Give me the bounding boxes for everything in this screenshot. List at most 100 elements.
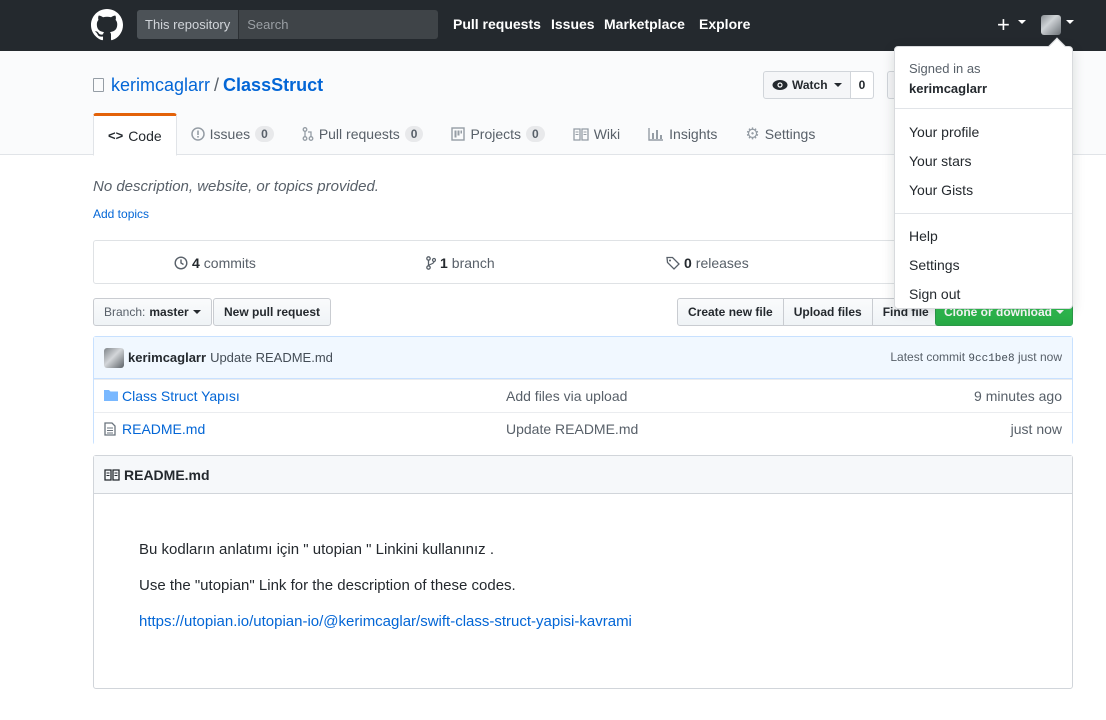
- tab-insights-label: Insights: [669, 126, 718, 142]
- clone-caret-icon: [1056, 310, 1064, 314]
- file-row: README.md Update README.md just now: [94, 412, 1072, 445]
- signed-in-header: Signed in as kerimcaglarr: [895, 47, 1072, 109]
- watch-button[interactable]: Watch: [764, 72, 851, 98]
- menu-your-profile[interactable]: Your profile: [895, 118, 1072, 147]
- nav-explore[interactable]: Explore: [699, 16, 750, 32]
- watch-caret-icon: [833, 83, 842, 87]
- file-name-link[interactable]: Class Struct Yapısı: [122, 388, 240, 404]
- readme-title: README.md: [124, 466, 210, 483]
- tab-issues[interactable]: Issues 0: [177, 113, 288, 155]
- repo-owner-link[interactable]: kerimcaglarr: [111, 75, 210, 95]
- tab-projects-label: Projects: [470, 126, 522, 142]
- commits-link[interactable]: 4 commits: [174, 255, 256, 271]
- nav-pull-requests[interactable]: Pull requests: [453, 16, 541, 32]
- pull-requests-counter: 0: [404, 126, 424, 142]
- add-topics-link[interactable]: Add topics: [93, 207, 149, 221]
- nav-issues[interactable]: Issues: [551, 16, 595, 32]
- readme-utopian-link[interactable]: https://utopian.io/utopian-io/@kerimcagl…: [139, 613, 632, 630]
- tab-code[interactable]: <> Code: [93, 113, 177, 156]
- repo-icon: [93, 78, 104, 92]
- github-logo-icon[interactable]: [91, 9, 123, 41]
- search-input[interactable]: [239, 10, 438, 39]
- user-menu-caret-icon[interactable]: [1066, 20, 1074, 24]
- repo-tabs: <> Code Issues 0 Pull requests 0 Project…: [93, 113, 829, 156]
- releases-count: 0: [684, 255, 692, 271]
- commits-label: commits: [203, 255, 256, 271]
- latest-commit-label: Latest commit: [890, 350, 966, 364]
- signed-in-username[interactable]: kerimcaglarr: [909, 79, 1058, 99]
- commits-count: 4: [192, 255, 200, 271]
- signed-in-label: Signed in as: [909, 61, 981, 76]
- file-text-icon: [104, 422, 116, 436]
- book-icon: [573, 128, 589, 141]
- user-dropdown-menu: Signed in as kerimcaglarr Your profile Y…: [894, 37, 1073, 309]
- branch-link[interactable]: 1 branch: [426, 255, 495, 271]
- tab-settings[interactable]: ⚙ Settings: [731, 113, 829, 155]
- commit-time: just now: [1017, 350, 1062, 364]
- code-icon: <>: [108, 128, 124, 143]
- folder-icon: [104, 390, 118, 401]
- menu-divider: [895, 213, 1072, 214]
- issues-counter: 0: [255, 126, 274, 142]
- commit-sha[interactable]: 9cc1be8: [968, 353, 1014, 365]
- branch-select-button[interactable]: Branch: master: [93, 298, 212, 326]
- eye-icon: [772, 80, 788, 90]
- file-commit-message[interactable]: Add files via upload: [506, 388, 627, 404]
- menu-settings[interactable]: Settings: [895, 251, 1072, 280]
- file-age: 9 minutes ago: [974, 388, 1062, 404]
- menu-your-stars[interactable]: Your stars: [895, 147, 1072, 176]
- menu-help[interactable]: Help: [895, 222, 1072, 251]
- graph-icon: [648, 128, 664, 141]
- issue-icon: [190, 127, 205, 141]
- commit-message[interactable]: Update README.md: [210, 350, 333, 365]
- tab-insights[interactable]: Insights: [634, 113, 731, 155]
- readme-line-tr: Bu kodların anlatımı için " utopian " Li…: [139, 541, 495, 558]
- tab-wiki-label: Wiki: [593, 126, 621, 142]
- watch-label: Watch: [792, 78, 828, 92]
- gear-icon: ⚙: [745, 126, 760, 143]
- repo-title-separator: /: [214, 75, 220, 95]
- branch-prefix: Branch:: [104, 305, 146, 319]
- branch-caret-icon: [192, 310, 201, 314]
- repo-name: ClassStruct: [223, 75, 324, 95]
- latest-commit-bar: kerimcaglarr Update README.md Latest com…: [94, 337, 1072, 379]
- user-avatar[interactable]: [1041, 15, 1061, 35]
- branch-count: 1: [440, 255, 448, 271]
- repo-title: kerimcaglarr / ClassStruct: [111, 75, 323, 96]
- file-name-link[interactable]: README.md: [122, 421, 205, 437]
- file-age: just now: [1010, 421, 1062, 437]
- create-new-plus-icon[interactable]: +: [997, 12, 1010, 38]
- file-commit-message[interactable]: Update README.md: [506, 421, 638, 437]
- tab-pull-requests[interactable]: Pull requests 0: [288, 113, 438, 155]
- commit-author-avatar[interactable]: [104, 347, 124, 368]
- releases-label: releases: [695, 255, 749, 271]
- branch-label: branch: [451, 255, 495, 271]
- tab-wiki[interactable]: Wiki: [559, 113, 634, 155]
- readme-header: README.md: [94, 456, 1072, 494]
- search-scope-label[interactable]: This repository: [137, 10, 240, 39]
- menu-your-gists[interactable]: Your Gists: [895, 176, 1072, 205]
- menu-sign-out[interactable]: Sign out: [895, 280, 1072, 309]
- commit-author[interactable]: kerimcaglarr: [128, 350, 206, 365]
- branch-icon: [426, 256, 436, 270]
- tab-code-label: Code: [128, 127, 162, 144]
- project-icon: [451, 127, 466, 141]
- header-search: This repository: [137, 10, 438, 39]
- create-new-caret-icon[interactable]: [1018, 20, 1026, 24]
- upload-files-button[interactable]: Upload files: [782, 298, 873, 326]
- tab-pull-requests-label: Pull requests: [318, 126, 400, 142]
- repo-description: No description, website, or topics provi…: [93, 178, 379, 195]
- repo-name-link[interactable]: ClassStruct: [223, 75, 323, 95]
- new-pull-request-button[interactable]: New pull request: [213, 298, 332, 326]
- create-new-file-button[interactable]: Create new file: [677, 298, 784, 326]
- top-header: This repository Pull requests Issues Mar…: [0, 0, 1106, 51]
- nav-marketplace[interactable]: Marketplace: [604, 16, 685, 32]
- watch-button-group: Watch 0: [763, 71, 875, 99]
- book-icon: [104, 468, 120, 481]
- watch-count[interactable]: 0: [850, 72, 874, 98]
- file-listing: kerimcaglarr Update README.md Latest com…: [93, 336, 1073, 445]
- tab-issues-label: Issues: [209, 126, 251, 142]
- tab-projects[interactable]: Projects 0: [437, 113, 558, 155]
- releases-link[interactable]: 0 releases: [666, 255, 749, 271]
- projects-counter: 0: [526, 126, 545, 142]
